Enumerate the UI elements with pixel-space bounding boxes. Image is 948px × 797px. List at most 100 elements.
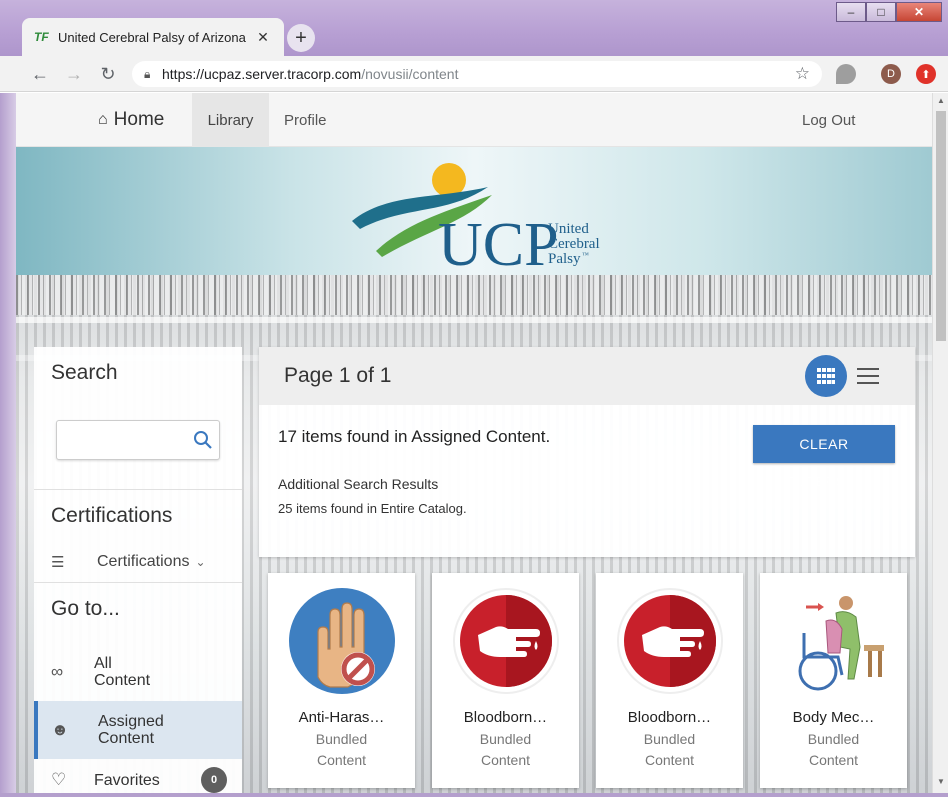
reload-icon[interactable]: ↻ — [96, 62, 120, 86]
lock-icon: 🔒︎ — [144, 66, 151, 81]
tab-close-icon[interactable]: ✕ — [254, 29, 272, 46]
goto-assigned-content[interactable]: ☻ Assigned Content — [34, 701, 242, 759]
goto-favorites-label: Favorites — [94, 771, 160, 789]
grid-view-button[interactable] — [805, 355, 847, 397]
clear-filters-overflow-text: FILTERS — [786, 474, 846, 489]
window-frame-left — [0, 93, 16, 797]
nav-home-label: Home — [113, 109, 165, 130]
extension-bubble-icon[interactable] — [836, 64, 856, 84]
scrollbar-thumb[interactable] — [936, 111, 946, 341]
certifications-dropdown[interactable]: ☰ Certifications ⌄ — [51, 551, 231, 573]
card-title: Bloodborn… — [463, 709, 548, 726]
page-content: ⌂ Home Library Profile Log Out UCP Unite… — [16, 93, 932, 793]
nav-home[interactable]: ⌂ Home — [98, 93, 164, 147]
logo-wordmark: UCP — [438, 211, 559, 271]
search-icon[interactable] — [193, 430, 213, 450]
goto-assigned-content-line2: Content — [98, 730, 155, 747]
logo-line2: Cerebral — [548, 236, 600, 252]
search-heading: Search — [51, 361, 118, 384]
goto-all-content-label: All Content — [94, 655, 150, 689]
list-view-icon[interactable] — [857, 365, 879, 387]
goto-assigned-content-line1: Assigned — [98, 713, 164, 730]
extension-upload-icon[interactable]: ⬆ — [916, 64, 936, 84]
tab-title: United Cerebral Palsy of Arizona — [58, 29, 246, 45]
ucp-banner: UCP United Cerebral Palsy ™ — [16, 147, 932, 275]
url-path: /novusii/content — [361, 66, 459, 82]
card-title: Bloodborn… — [627, 709, 712, 726]
favorites-count-badge: 0 — [201, 767, 227, 793]
certifications-dropdown-label: Certifications — [97, 553, 190, 570]
ucp-logo: UCP United Cerebral Palsy ™ — [352, 163, 600, 271]
browser-toolbar: ← → ↻ 🔒︎ https://ucpaz.server.tracorp.co… — [0, 56, 948, 92]
library-shelves-decor — [16, 275, 932, 315]
nav-library[interactable]: Library — [192, 93, 269, 147]
content-card[interactable]: Bloodborn… Bundled Content — [596, 573, 743, 788]
additional-results-heading: Additional Search Results — [278, 476, 439, 492]
logo-line3: Palsy — [548, 251, 581, 267]
minimize-button[interactable]: – — [836, 2, 866, 22]
card-type-line2: Content — [316, 752, 367, 768]
nav-logout[interactable]: Log Out — [802, 93, 855, 147]
close-window-button[interactable]: ✕ — [896, 2, 942, 22]
browser-tab[interactable]: TF United Cerebral Palsy of Arizona ✕ — [22, 18, 284, 56]
certifications-heading: Certifications — [51, 504, 173, 527]
scroll-down-arrow-icon[interactable]: ▼ — [936, 777, 946, 786]
infinity-icon: ∞ — [51, 662, 64, 681]
results-panel: Page 1 of 1 17 items found in Assigned C… — [259, 347, 915, 557]
heart-icon: ♡ — [51, 770, 67, 789]
home-icon: ⌂ — [98, 111, 108, 128]
stop-hand-icon — [289, 588, 395, 694]
back-arrow-icon[interactable]: ← — [28, 62, 52, 86]
sidebar: Search Certifications ☰ Certifications ⌄… — [34, 347, 242, 793]
card-type-line1: Bundled — [643, 731, 696, 747]
chevron-down-icon: ⌄ — [195, 555, 206, 569]
logo-trademark: ™ — [582, 251, 589, 259]
blood-hand-icon — [453, 588, 559, 694]
user-icon: ☻ — [51, 720, 69, 739]
card-type-line1: Bundled — [479, 731, 532, 747]
card-type-line1: Bundled — [315, 731, 368, 747]
grid-view-icon — [817, 368, 835, 384]
window-titlebar: – □ ✕ TF United Cerebral Palsy of Arizon… — [0, 0, 948, 56]
library-rail-decor — [16, 317, 932, 323]
results-header: Page 1 of 1 — [259, 347, 915, 405]
profile-avatar[interactable]: D — [881, 64, 901, 84]
clear-filters-button[interactable]: CLEAR — [753, 425, 895, 463]
card-type-line2: Content — [480, 752, 531, 768]
list-icon: ☰ — [51, 554, 65, 571]
card-type-line2: Content — [644, 752, 695, 768]
goto-favorites[interactable]: ♡ Favorites 0 — [34, 763, 242, 793]
goto-all-content-line2: Content — [94, 672, 151, 689]
wheelchair-transfer-icon — [781, 588, 887, 694]
results-count: 17 items found in Assigned Content. — [278, 427, 551, 446]
goto-all-content[interactable]: ∞ All Content — [34, 647, 242, 697]
card-title: Anti-Haras… — [298, 709, 385, 726]
content-card[interactable]: Anti-Haras… Bundled Content — [268, 573, 415, 788]
forward-arrow-icon[interactable]: → — [62, 62, 86, 86]
card-title: Body Mec… — [792, 709, 875, 726]
nav-profile[interactable]: Profile — [284, 93, 327, 147]
sidebar-divider — [34, 489, 242, 490]
content-card[interactable]: Bloodborn… Bundled Content — [432, 573, 579, 788]
maximize-button[interactable]: □ — [866, 2, 896, 22]
goto-heading: Go to... — [51, 597, 120, 620]
site-navbar: ⌂ Home Library Profile Log Out — [16, 93, 932, 147]
card-type-line2: Content — [808, 752, 859, 768]
address-bar[interactable]: 🔒︎ https://ucpaz.server.tracorp.com/novu… — [132, 61, 822, 87]
tracorp-favicon-icon: TF — [34, 30, 49, 44]
window-controls: – □ ✕ — [836, 2, 942, 22]
page-indicator: Page 1 of 1 — [284, 364, 392, 387]
bookmark-star-icon[interactable]: ☆ — [795, 64, 810, 84]
search-input[interactable] — [56, 420, 220, 460]
content-card[interactable]: Body Mec… Bundled Content — [760, 573, 907, 788]
new-tab-button[interactable]: + — [287, 24, 315, 52]
page-scrollbar[interactable]: ▲ ▼ — [932, 93, 948, 793]
logo-line1: United — [548, 221, 589, 237]
window-frame-bottom — [0, 793, 948, 797]
additional-results-count[interactable]: 25 items found in Entire Catalog. — [278, 501, 467, 516]
card-type-line1: Bundled — [807, 731, 860, 747]
scroll-up-arrow-icon[interactable]: ▲ — [936, 96, 946, 105]
blood-hand-icon — [617, 588, 723, 694]
sidebar-divider — [34, 582, 242, 583]
url-host: https://ucpaz.server.tracorp.com — [162, 66, 362, 82]
